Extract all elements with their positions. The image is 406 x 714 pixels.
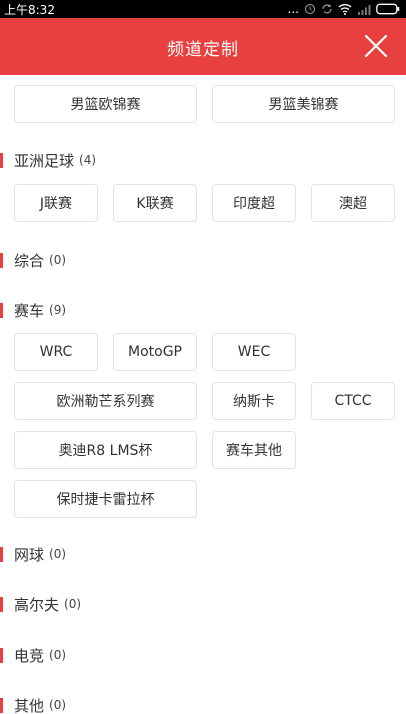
category-count: (0): [64, 597, 82, 611]
category-marker: [0, 647, 3, 663]
category-count: (0): [49, 698, 67, 712]
signal-icon: [357, 3, 371, 15]
category-asian-football: 亚洲足球 (4): [0, 150, 96, 170]
category-name: 赛车: [14, 301, 45, 320]
category-name: 其他: [14, 696, 45, 714]
category-marker: [0, 302, 3, 318]
more-dots: ...: [287, 2, 299, 16]
chip-nascar[interactable]: 纳斯卡: [212, 382, 296, 420]
chip-j-league[interactable]: J联赛: [14, 184, 98, 222]
chip-wec[interactable]: WEC: [212, 333, 296, 371]
alarm-icon: [304, 3, 316, 15]
category-general: 综合 (0): [0, 250, 66, 270]
chip-audi-r8-lms[interactable]: 奥迪R8 LMS杯: [14, 431, 197, 469]
close-button[interactable]: [364, 34, 388, 58]
chip-motogp[interactable]: MotoGP: [113, 333, 197, 371]
category-count: (0): [49, 547, 67, 561]
chip-porsche-carrera[interactable]: 保时捷卡雷拉杯: [14, 480, 197, 518]
chip-basketball-0[interactable]: 男篮欧锦赛: [14, 85, 197, 123]
category-golf: 高尔夫 (0): [0, 594, 81, 614]
category-name: 综合: [14, 251, 45, 270]
close-icon: [364, 34, 388, 58]
sync-icon: [321, 3, 333, 15]
chip-indian-super[interactable]: 印度超: [212, 184, 296, 222]
page-title: 频道定制: [167, 40, 239, 60]
chip-wrc[interactable]: WRC: [14, 333, 98, 371]
category-name: 网球: [14, 545, 45, 564]
app-header: 频道定制: [0, 18, 406, 75]
category-name: 亚洲足球: [14, 151, 75, 170]
status-bar: 上午8:32 ...: [0, 0, 406, 18]
category-esports: 电竞 (0): [0, 645, 66, 665]
status-time: 上午8:32: [4, 3, 55, 17]
chip-ctcc[interactable]: CTCC: [311, 382, 395, 420]
chip-european-le-mans[interactable]: 欧洲勒芒系列赛: [14, 382, 197, 420]
status-icons: ...: [288, 2, 400, 16]
chip-k-league[interactable]: K联赛: [113, 184, 197, 222]
category-marker: [0, 596, 3, 612]
chip-racing-other[interactable]: 赛车其他: [212, 431, 296, 469]
category-count: (4): [79, 153, 97, 167]
category-count: (0): [49, 253, 67, 267]
category-racing: 赛车 (9): [0, 300, 66, 320]
chip-basketball-1[interactable]: 男篮美锦赛: [212, 85, 395, 123]
battery-icon: [376, 3, 400, 15]
category-tennis: 网球 (0): [0, 544, 66, 564]
category-marker: [0, 697, 3, 713]
category-name: 电竞: [14, 646, 45, 665]
channel-list[interactable]: 男篮欧锦赛 男篮美锦赛 亚洲足球 (4) J联赛 K联赛 印度超 澳超 综合 (…: [0, 75, 406, 714]
category-marker: [0, 152, 3, 168]
wifi-icon: [338, 3, 352, 15]
category-marker: [0, 546, 3, 562]
chip-a-league[interactable]: 澳超: [311, 184, 395, 222]
category-marker: [0, 252, 3, 268]
category-other: 其他 (0): [0, 695, 66, 714]
category-count: (0): [49, 648, 67, 662]
category-count: (9): [49, 303, 67, 317]
category-name: 高尔夫: [14, 595, 60, 614]
